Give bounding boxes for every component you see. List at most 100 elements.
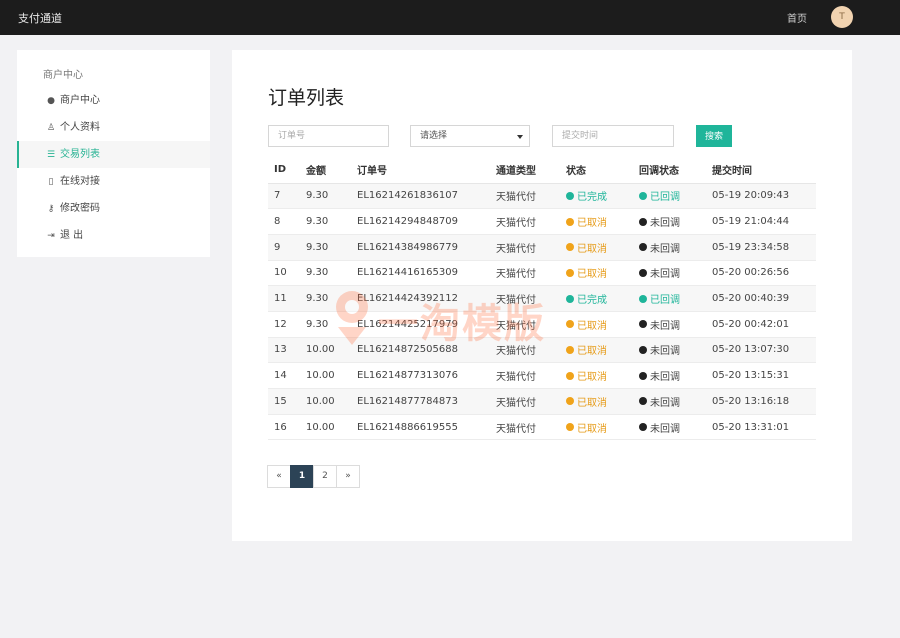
status-dot-icon bbox=[566, 423, 574, 432]
submit-time-input[interactable] bbox=[552, 125, 674, 147]
order-number-input[interactable] bbox=[268, 125, 389, 147]
cell-id: 10 bbox=[268, 260, 300, 287]
sidebar-item-transactions[interactable]: ☰ 交易列表 bbox=[17, 141, 210, 168]
cell-amount: 10.00 bbox=[300, 414, 351, 441]
home-link[interactable]: 首页 bbox=[787, 10, 807, 25]
table-body: 7 9.30 EL16214261836107 天猫代付 已完成 已回调 05-19 20:… bbox=[268, 183, 816, 441]
cell-amount: 10.00 bbox=[300, 337, 351, 364]
status-text: 已取消 bbox=[577, 397, 607, 409]
brand-title[interactable]: 支付通道 bbox=[18, 10, 62, 26]
cell-amount: 9.30 bbox=[300, 260, 351, 287]
sidebar-item-change-password[interactable]: ⚷ 修改密码 bbox=[17, 195, 210, 222]
col-header-order-no: 订单号 bbox=[351, 157, 490, 184]
cell-id: 8 bbox=[268, 208, 300, 235]
status-badge: 已完成 bbox=[566, 291, 607, 306]
status-text: 已取消 bbox=[577, 269, 607, 281]
page-next-button[interactable]: » bbox=[336, 465, 360, 488]
page-2-button[interactable]: 2 bbox=[313, 465, 337, 488]
cell-id: 12 bbox=[268, 311, 300, 338]
cell-time: 05-20 13:15:31 bbox=[706, 362, 816, 389]
status-dot-icon bbox=[639, 397, 647, 406]
channel-select[interactable]: 请选择 bbox=[410, 125, 530, 147]
cell-time: 05-19 20:09:43 bbox=[706, 183, 816, 210]
status-text: 已取消 bbox=[577, 320, 607, 332]
cell-time: 05-20 00:26:56 bbox=[706, 260, 816, 287]
callback-badge: 未回调 bbox=[639, 265, 680, 280]
cell-channel: 天猫代付 bbox=[490, 388, 560, 415]
table-row: 9 9.30 EL16214384986779 天猫代付 已取消 未回调 05-19 23:… bbox=[268, 234, 816, 261]
status-text: 已取消 bbox=[577, 372, 607, 384]
cell-id: 11 bbox=[268, 285, 300, 312]
status-text: 未回调 bbox=[650, 346, 680, 358]
select-value: 请选择 bbox=[420, 131, 448, 141]
cell-callback: 未回调 bbox=[633, 337, 706, 364]
cell-callback: 未回调 bbox=[633, 414, 706, 441]
sidebar-item-logout[interactable]: ⇥ 退 出 bbox=[17, 222, 210, 249]
status-dot-icon bbox=[639, 423, 647, 432]
cell-callback: 未回调 bbox=[633, 234, 706, 261]
cell-status: 已取消 bbox=[560, 311, 633, 338]
callback-badge: 已回调 bbox=[639, 188, 680, 203]
cell-status: 已取消 bbox=[560, 234, 633, 261]
avatar[interactable]: T bbox=[831, 6, 853, 28]
sidebar-item-profile[interactable]: ♙ 个人资料 bbox=[17, 114, 210, 141]
sign-out-icon: ⇥ bbox=[47, 231, 55, 241]
cell-amount: 9.30 bbox=[300, 183, 351, 210]
callback-badge: 未回调 bbox=[639, 214, 680, 229]
col-header-amount: 金额 bbox=[300, 157, 351, 184]
cell-id: 14 bbox=[268, 362, 300, 389]
cell-amount: 9.30 bbox=[300, 285, 351, 312]
status-badge: 已取消 bbox=[566, 317, 607, 332]
status-badge: 已完成 bbox=[566, 188, 607, 203]
cell-callback: 未回调 bbox=[633, 260, 706, 287]
cell-id: 7 bbox=[268, 183, 300, 210]
page-prev-button[interactable]: « bbox=[267, 465, 291, 488]
cell-time: 05-20 13:07:30 bbox=[706, 337, 816, 364]
cell-order-no: EL16214425217979 bbox=[351, 311, 490, 338]
cell-callback: 未回调 bbox=[633, 311, 706, 338]
cell-channel: 天猫代付 bbox=[490, 414, 560, 441]
cell-status: 已取消 bbox=[560, 260, 633, 287]
callback-badge: 未回调 bbox=[639, 240, 680, 255]
cell-order-no: EL16214886619555 bbox=[351, 414, 490, 441]
status-text: 未回调 bbox=[650, 243, 680, 255]
status-text: 未回调 bbox=[650, 397, 680, 409]
status-badge: 已取消 bbox=[566, 240, 607, 255]
cell-id: 15 bbox=[268, 388, 300, 415]
cell-channel: 天猫代付 bbox=[490, 260, 560, 287]
cell-order-no: EL16214416165309 bbox=[351, 260, 490, 287]
cell-time: 05-20 00:42:01 bbox=[706, 311, 816, 338]
status-badge: 已取消 bbox=[566, 368, 607, 383]
status-dot-icon bbox=[566, 191, 574, 200]
col-header-time: 提交时间 bbox=[706, 157, 816, 184]
cell-amount: 9.30 bbox=[300, 234, 351, 261]
status-text: 已回调 bbox=[650, 192, 680, 204]
cell-order-no: EL16214877313076 bbox=[351, 362, 490, 389]
sidebar-item-merchant-center[interactable]: ● 商户中心 bbox=[17, 87, 210, 114]
sidebar-item-label: 在线对接 bbox=[60, 176, 100, 187]
list-icon: ☰ bbox=[46, 150, 56, 160]
sidebar-item-integration[interactable]: ▯ 在线对接 bbox=[17, 168, 210, 195]
status-dot-icon bbox=[566, 268, 574, 277]
status-text: 未回调 bbox=[650, 423, 680, 435]
cell-amount: 9.30 bbox=[300, 208, 351, 235]
page-1-button[interactable]: 1 bbox=[290, 465, 314, 488]
col-header-channel: 通道类型 bbox=[490, 157, 560, 184]
main-panel: 订单列表 请选择 搜索 ID 金额 订单号 通道类型 状态 回调状态 提交时间 … bbox=[232, 50, 852, 541]
cell-amount: 10.00 bbox=[300, 362, 351, 389]
cell-status: 已取消 bbox=[560, 388, 633, 415]
callback-badge: 未回调 bbox=[639, 394, 680, 409]
status-text: 未回调 bbox=[650, 218, 680, 230]
status-text: 已取消 bbox=[577, 423, 607, 435]
status-text: 已取消 bbox=[577, 243, 607, 255]
table-row: 10 9.30 EL16214416165309 天猫代付 已取消 未回调 05-20 00… bbox=[268, 260, 816, 287]
cell-amount: 10.00 bbox=[300, 388, 351, 415]
callback-badge: 未回调 bbox=[639, 317, 680, 332]
status-text: 已取消 bbox=[577, 218, 607, 230]
cell-id: 9 bbox=[268, 234, 300, 261]
status-dot-icon bbox=[566, 345, 574, 354]
status-dot-icon bbox=[639, 268, 647, 277]
search-button[interactable]: 搜索 bbox=[696, 125, 732, 147]
sidebar: 商户中心 ● 商户中心 ♙ 个人资料 ☰ 交易列表 ▯ 在线对接 ⚷ 修改密码 ⇥ 退 出 bbox=[17, 50, 210, 257]
cell-channel: 天猫代付 bbox=[490, 234, 560, 261]
